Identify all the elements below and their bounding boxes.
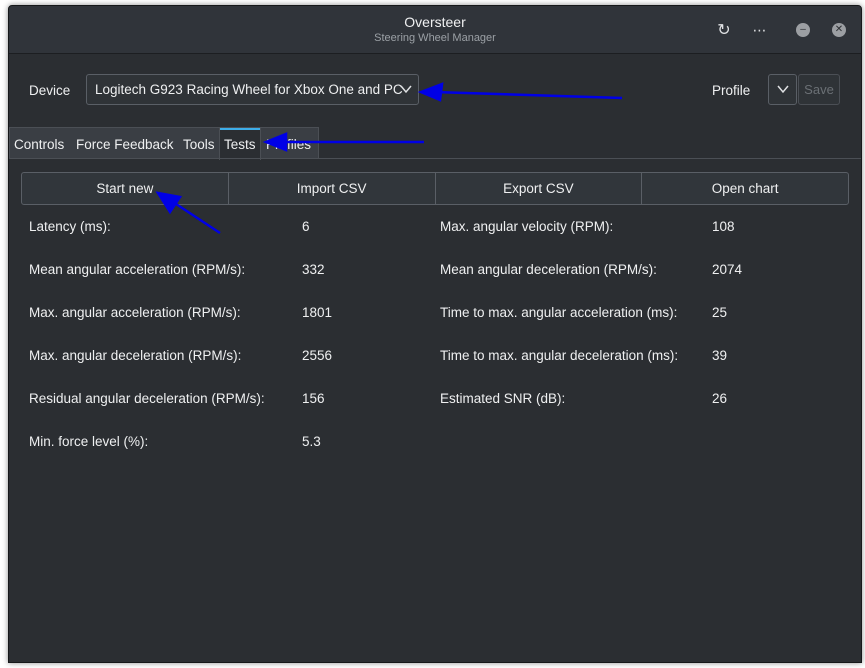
arrow-to-tests-tab: [262, 132, 424, 152]
arrow-to-device-select: [417, 82, 623, 102]
arrow-to-start-new-button: [155, 191, 221, 235]
annotation-arrows: [155, 82, 623, 235]
